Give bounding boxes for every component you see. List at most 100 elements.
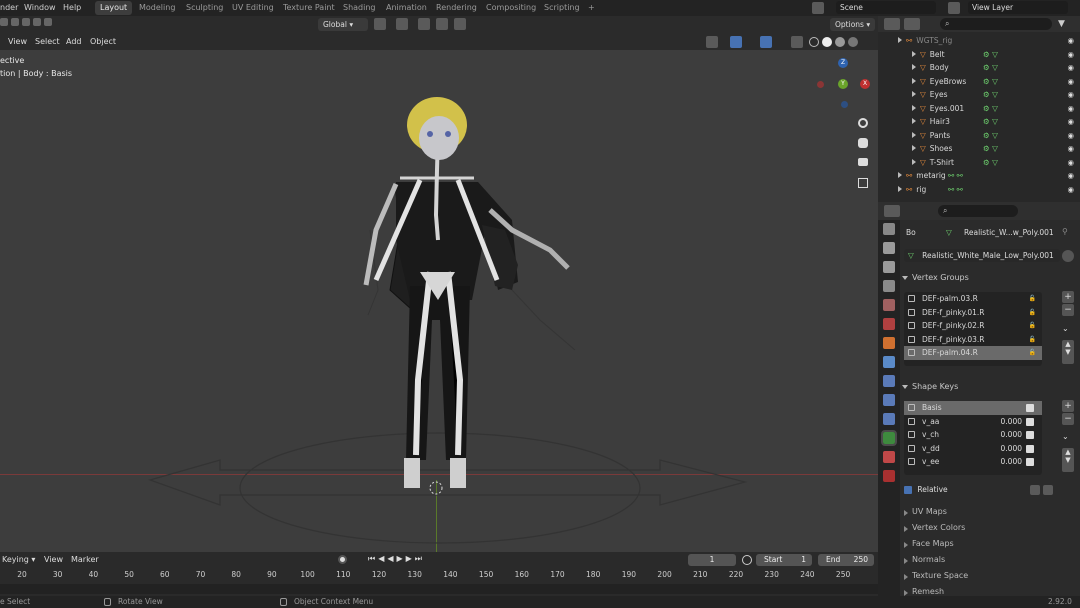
outliner-row[interactable]: ⚯ rig ⚯ ⚯ ◉: [878, 183, 1080, 197]
scene-field[interactable]: Scene: [836, 1, 936, 14]
select-invert-icon[interactable]: [33, 18, 41, 26]
object-breadcrumb[interactable]: Bo: [906, 228, 916, 237]
visibility-eye-icon[interactable]: ◉: [1067, 183, 1074, 197]
vertex-group-specials-menu[interactable]: ⌄: [1062, 324, 1069, 333]
marker-menu[interactable]: Marker: [71, 555, 99, 564]
outliner-row[interactable]: ▽ T-Shirt ⚙ ▽ ◉: [878, 156, 1080, 170]
modifier-and-data-icons[interactable]: ⚙ ▽: [983, 48, 998, 62]
panel-vertex-colors[interactable]: Vertex Colors: [902, 520, 1072, 536]
select-extend-icon[interactable]: [11, 18, 19, 26]
timeline-view-menu[interactable]: View: [44, 555, 63, 564]
panel-uv-maps[interactable]: UV Maps: [902, 504, 1072, 520]
modifier-and-data-icons[interactable]: ⚙ ▽: [983, 129, 998, 143]
outliner-row[interactable]: ▽ EyeBrows ⚙ ▽ ◉: [878, 75, 1080, 89]
falloff-icon[interactable]: [454, 18, 466, 30]
render-tab-icon[interactable]: [883, 242, 895, 254]
visibility-eye-icon[interactable]: ◉: [1067, 169, 1074, 183]
display-mode-icon[interactable]: [904, 18, 920, 30]
tab-sculpting[interactable]: Sculpting: [181, 1, 228, 15]
shape-key-specials-menu[interactable]: ⌄: [1062, 432, 1069, 441]
remove-shape-key-button[interactable]: −: [1062, 413, 1074, 425]
vertex-group-item[interactable]: DEF-palm.03.R 🔓: [904, 292, 1042, 306]
select-box-icon[interactable]: [0, 18, 8, 26]
gizmo-neg-z[interactable]: [841, 101, 848, 108]
shape-key-mute-checkbox[interactable]: [1026, 458, 1034, 466]
shape-key-item[interactable]: Basis: [904, 401, 1042, 415]
outliner-row[interactable]: ▽ Pants ⚙ ▽ ◉: [878, 129, 1080, 143]
object-tab-icon[interactable]: [883, 337, 895, 349]
shape-key-value[interactable]: 0.000: [1001, 455, 1022, 469]
zoom-icon[interactable]: [858, 118, 868, 128]
gizmo-toggle-icon[interactable]: [730, 36, 742, 48]
shape-key-item[interactable]: v_dd 0.000: [904, 442, 1042, 456]
lock-icon[interactable]: 🔓: [1029, 319, 1036, 333]
visibility-eye-icon[interactable]: ◉: [1067, 102, 1074, 116]
gizmo-z-axis[interactable]: Z: [838, 58, 848, 68]
expand-arrow-icon[interactable]: [912, 158, 916, 165]
material-shading-icon[interactable]: [835, 37, 845, 47]
expand-arrow-icon[interactable]: [898, 185, 902, 192]
3d-viewport[interactable]: ective tion | Body : Basis Z X Y: [0, 50, 878, 552]
camera-view-icon[interactable]: [858, 158, 868, 166]
editor-type-icon[interactable]: [884, 18, 900, 30]
tab-uv-editing[interactable]: UV Editing: [227, 1, 279, 15]
select-intersect-icon[interactable]: [44, 18, 52, 26]
add-workspace-button[interactable]: +: [583, 1, 600, 15]
vertex-group-item[interactable]: DEF-f_pinky.02.R 🔓: [904, 319, 1042, 333]
gizmo-neg-x[interactable]: [817, 81, 824, 88]
tab-compositing[interactable]: Compositing: [481, 1, 541, 15]
panel-texture-space[interactable]: Texture Space: [902, 568, 1072, 584]
output-tab-icon[interactable]: [883, 261, 895, 273]
wireframe-shading-icon[interactable]: [809, 37, 819, 47]
visibility-eye-icon[interactable]: ◉: [1067, 129, 1074, 143]
keying-menu[interactable]: Keying ▾: [2, 555, 35, 564]
tab-scripting[interactable]: Scripting: [539, 1, 585, 15]
modifier-and-data-icons[interactable]: ⚙ ▽: [983, 115, 998, 129]
current-frame-field[interactable]: 1: [688, 554, 736, 566]
view-layer-field[interactable]: View Layer: [968, 1, 1068, 14]
expand-arrow-icon[interactable]: [912, 145, 916, 151]
overlay-toggle-icon[interactable]: [760, 36, 772, 48]
expand-arrow-icon[interactable]: [912, 64, 916, 70]
visibility-eye-icon[interactable]: ◉: [1067, 142, 1074, 156]
visibility-icon[interactable]: [706, 36, 718, 48]
tool-tab-icon[interactable]: [883, 223, 895, 235]
shape-keys-list[interactable]: Basis v_aa 0.000 v_ch 0.000 v_dd 0.000 v_ee 0.00…: [904, 401, 1042, 475]
remove-vertex-group-button[interactable]: −: [1062, 304, 1074, 316]
menu-render[interactable]: nder: [0, 0, 18, 16]
expand-arrow-icon[interactable]: [912, 104, 916, 111]
outliner-row[interactable]: ⚯ WGTS_rig ◉: [878, 34, 1080, 48]
shape-key-mute-checkbox[interactable]: [1026, 404, 1034, 412]
outliner-row[interactable]: ⚯ metarig ⚯ ⚯ ◉: [878, 169, 1080, 183]
outliner[interactable]: ⌕ ▼ ⚯ WGTS_rig ◉ ▽ Belt ⚙ ▽ ◉ ▽ Body ⚙ ▽ ◉ ▽ EyeBrow…: [878, 16, 1080, 202]
expand-arrow-icon[interactable]: [912, 77, 916, 84]
view-layer-tab-icon[interactable]: [883, 280, 895, 292]
modifier-and-data-icons[interactable]: ⚙ ▽: [983, 156, 998, 170]
vertex-groups-panel-header[interactable]: Vertex Groups: [902, 270, 1074, 285]
modifier-and-data-icons[interactable]: ⚙ ▽: [983, 142, 998, 156]
character-rig[interactable]: [0, 50, 878, 552]
texture-tab-icon[interactable]: [883, 470, 895, 482]
material-tab-icon[interactable]: [883, 451, 895, 463]
expand-arrow-icon[interactable]: [912, 91, 916, 97]
shape-key-value[interactable]: 0.000: [1001, 428, 1022, 442]
properties-search[interactable]: ⌕: [938, 205, 1018, 217]
gizmo-x-axis[interactable]: X: [860, 79, 870, 89]
expand-arrow-icon[interactable]: [898, 37, 902, 43]
pan-hand-icon[interactable]: [858, 138, 868, 148]
timeline-scrollbar[interactable]: [0, 584, 878, 594]
visibility-eye-icon[interactable]: ◉: [1067, 88, 1074, 102]
modifier-and-data-icons[interactable]: ⚙ ▽: [983, 88, 998, 102]
panel-remesh[interactable]: Remesh: [902, 584, 1072, 600]
gizmo-y-axis[interactable]: Y: [838, 79, 848, 89]
pivot-icon[interactable]: [374, 18, 386, 30]
tab-modeling[interactable]: Modeling: [134, 1, 180, 15]
world-tab-icon[interactable]: [883, 318, 895, 330]
particles-tab-icon[interactable]: [883, 375, 895, 387]
vertex-groups-list[interactable]: DEF-palm.03.R 🔓 DEF-f_pinky.01.R 🔓 DEF-f_pin…: [904, 292, 1042, 366]
lock-icon[interactable]: 🔓: [1029, 306, 1036, 320]
shape-key-mute-checkbox[interactable]: [1026, 444, 1034, 453]
proportional-edit-icon[interactable]: [436, 18, 448, 30]
start-frame-field[interactable]: Start 1: [756, 554, 812, 566]
lock-icon[interactable]: 🔓: [1029, 346, 1036, 360]
